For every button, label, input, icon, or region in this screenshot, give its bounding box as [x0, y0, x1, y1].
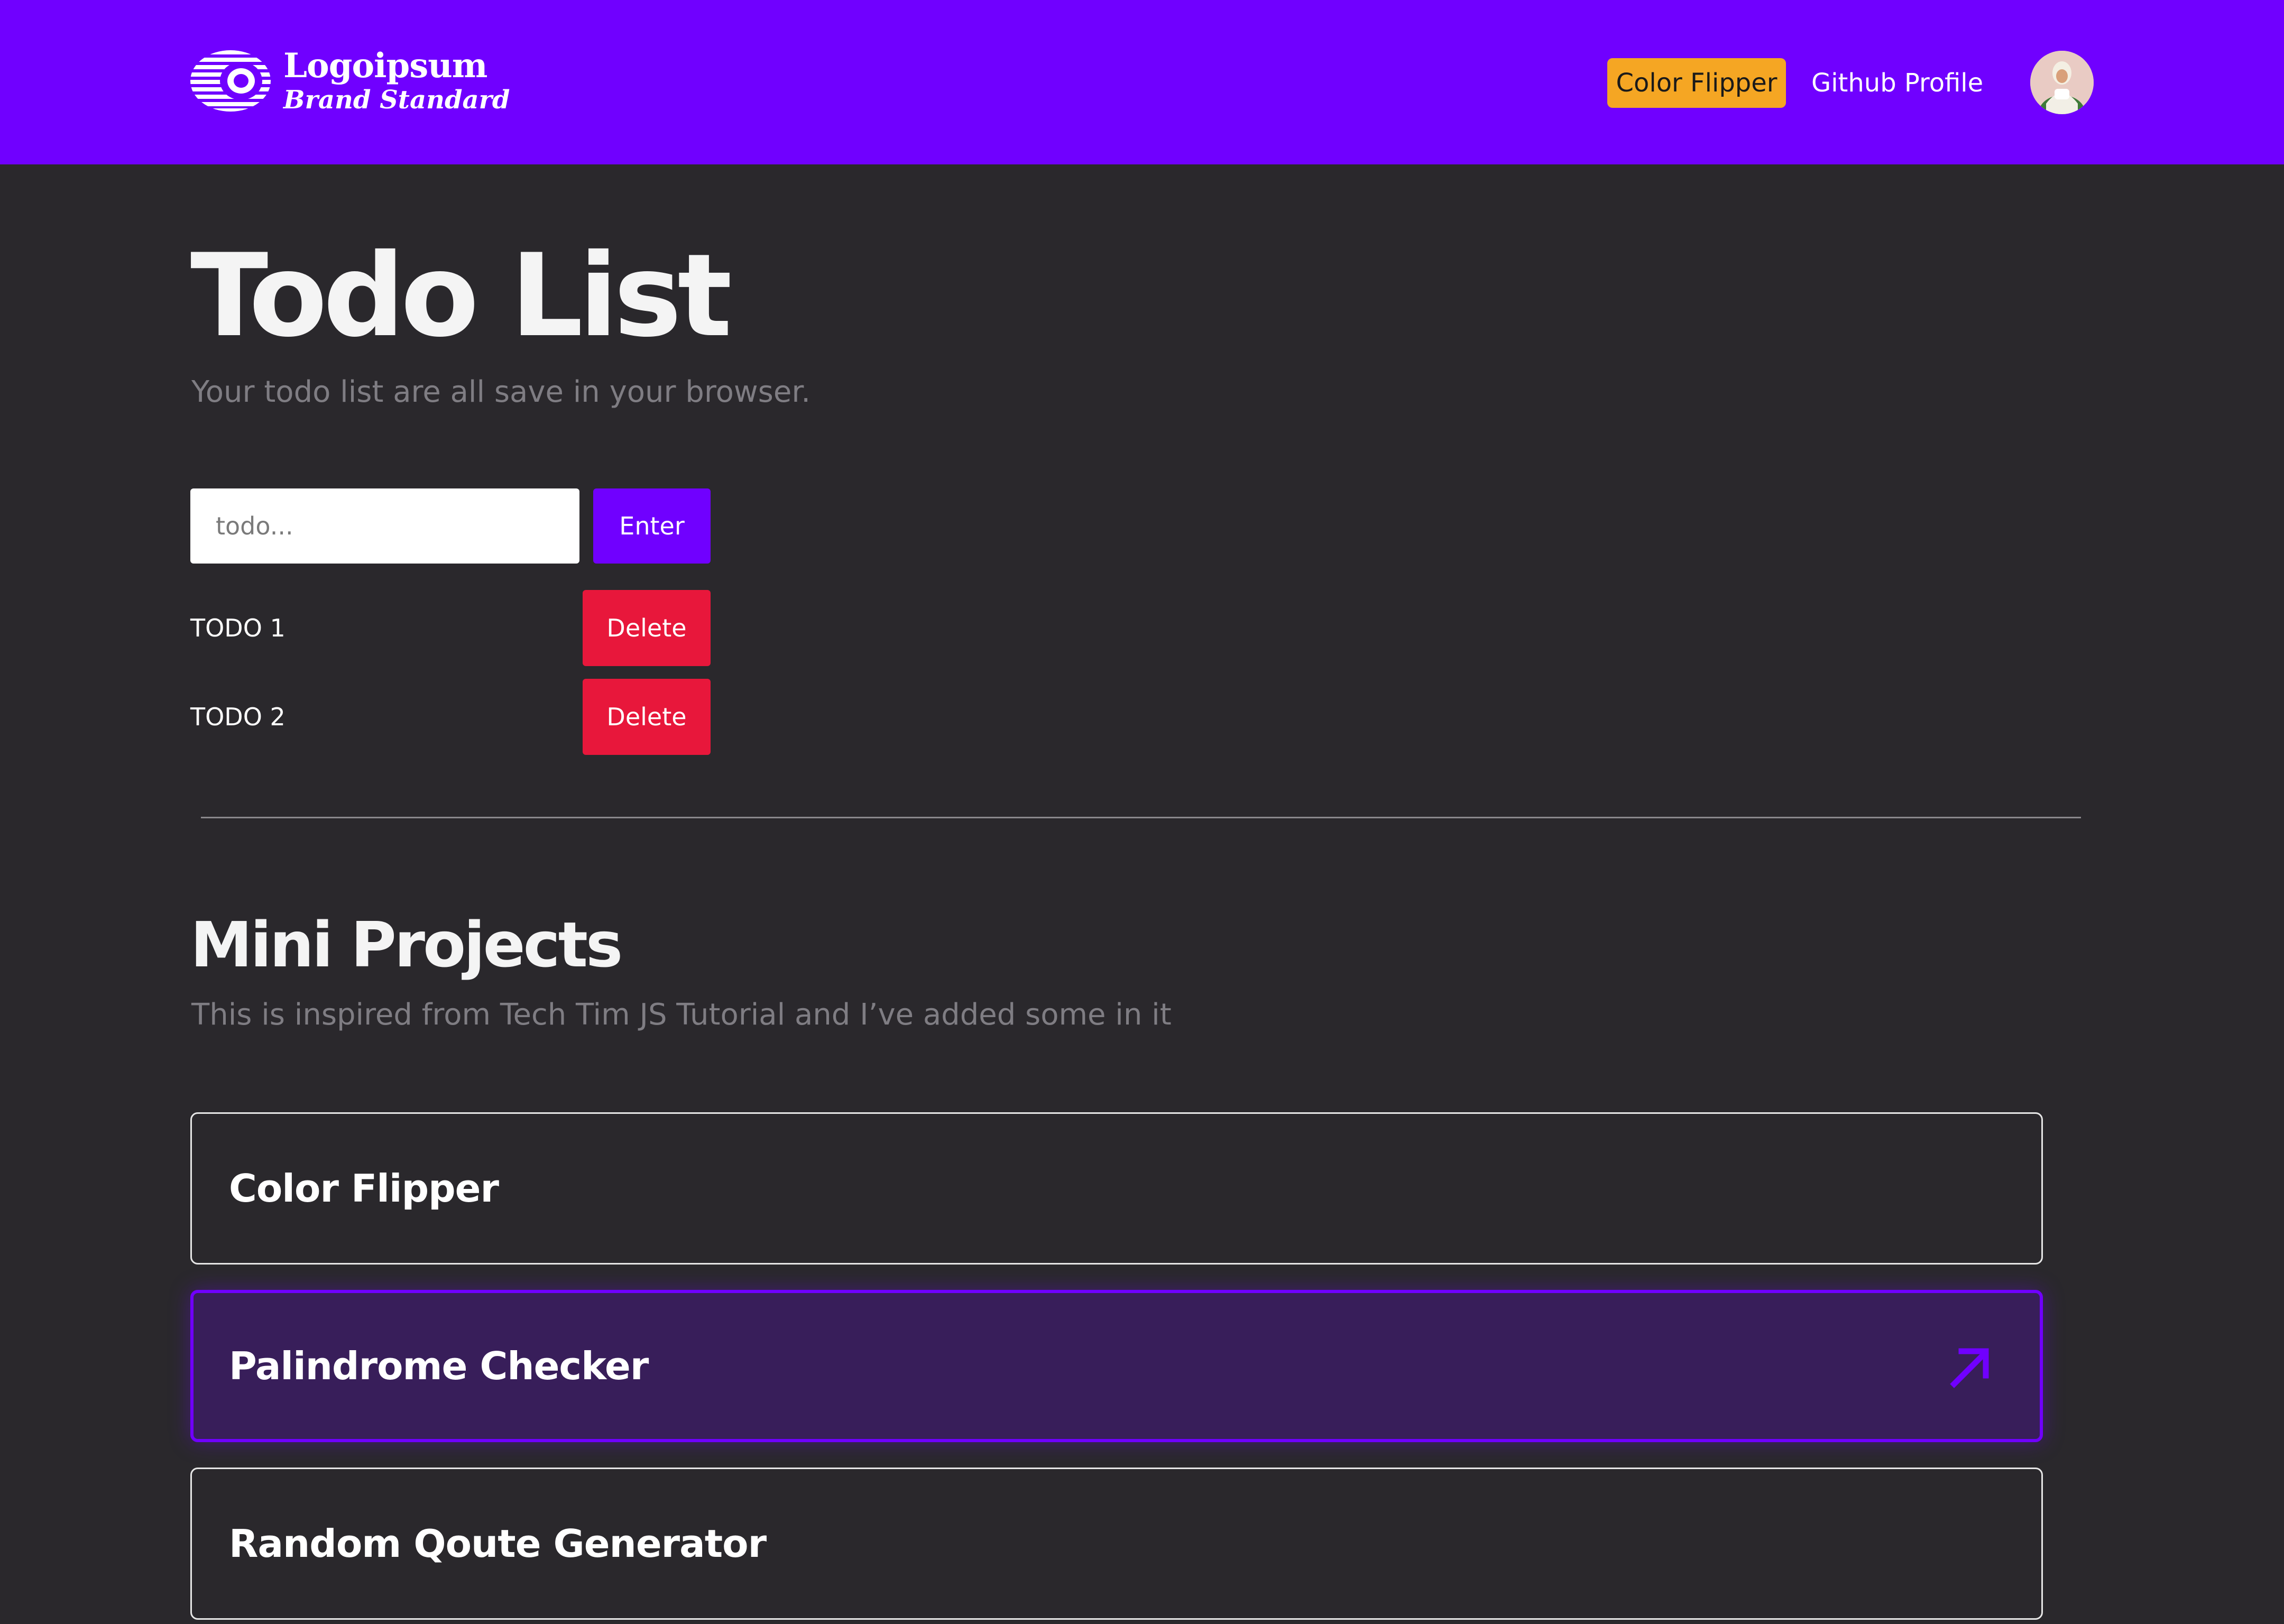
project-card-label: Palindrome Checker — [229, 1344, 649, 1388]
delete-button[interactable]: Delete — [583, 590, 711, 666]
todo-item-text: TODO 1 — [190, 614, 286, 642]
avatar-icon — [2030, 51, 2094, 114]
project-card-label: Random Qoute Generator — [229, 1521, 767, 1566]
enter-button[interactable]: Enter — [593, 488, 711, 564]
project-card-palindrome-checker[interactable]: Palindrome Checker — [190, 1290, 2043, 1442]
todo-item: TODO 1 Delete — [190, 590, 711, 666]
logo-text: Logoipsum Brand Standard — [283, 47, 510, 115]
logo-tagline: Brand Standard — [283, 85, 510, 115]
page-subtitle: Your todo list are all save in your brow… — [191, 375, 811, 409]
nav-color-flipper-link[interactable]: Color Flipper — [1607, 58, 1786, 108]
arrow-up-right-icon — [1950, 1348, 1989, 1388]
project-card-label: Color Flipper — [229, 1166, 499, 1211]
todo-item: TODO 2 Delete — [190, 679, 711, 755]
logo-name: Logoipsum — [283, 46, 487, 86]
avatar[interactable] — [2030, 51, 2094, 114]
nav-github-profile-link[interactable]: Github Profile — [1811, 58, 1983, 108]
todo-item-text: TODO 2 — [190, 703, 286, 731]
logo-mark-icon — [190, 50, 271, 112]
delete-button[interactable]: Delete — [583, 679, 711, 755]
brand-logo[interactable]: Logoipsum Brand Standard — [190, 47, 510, 115]
section-divider — [201, 817, 2081, 818]
todo-input[interactable] — [190, 488, 579, 564]
project-card-random-quote-generator[interactable]: Random Qoute Generator — [190, 1468, 2043, 1620]
section-title: Mini Projects — [190, 908, 623, 981]
section-subtitle: This is inspired from Tech Tim JS Tutori… — [191, 998, 1172, 1032]
page-title: Todo List — [190, 229, 732, 362]
top-navbar: Logoipsum Brand Standard Color Flipper G… — [0, 0, 2284, 164]
project-card-color-flipper[interactable]: Color Flipper — [190, 1112, 2043, 1265]
